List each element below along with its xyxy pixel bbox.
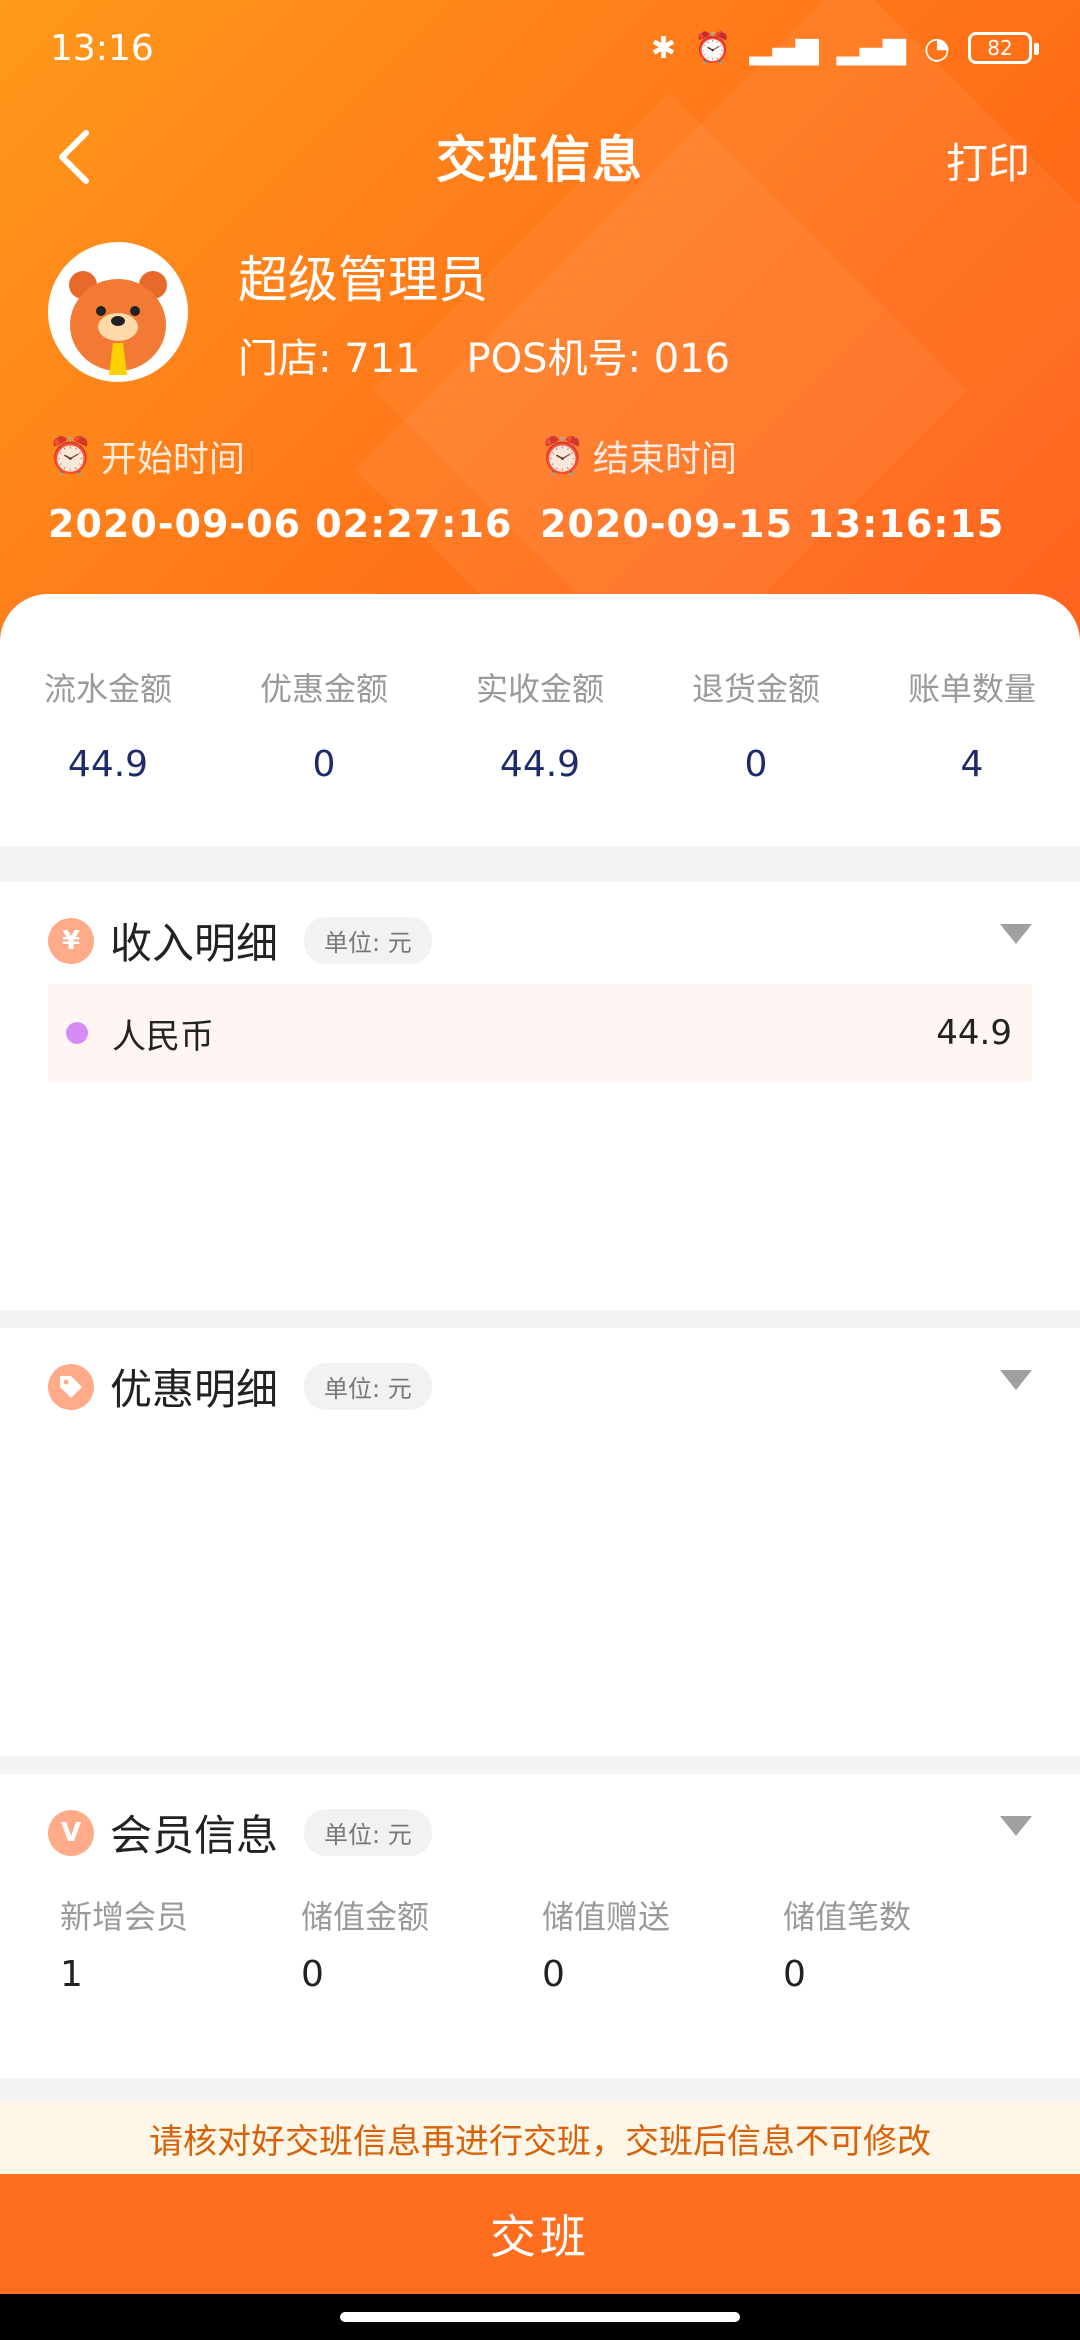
bluetooth-icon: ✱ [650, 30, 677, 66]
summary-item: 实收金额 44.9 [432, 664, 648, 846]
member-stat-label: 储值赠送 [542, 1898, 671, 1936]
summary-value: 0 [744, 744, 768, 785]
member-stat-value: 0 [542, 1954, 565, 1995]
avatar [48, 242, 188, 382]
alarm-clock-icon: ⏰ [48, 436, 93, 477]
member-stat: 新增会员 1 [60, 1892, 301, 1995]
nav-bar: 交班信息 打印 [0, 96, 1080, 216]
summary-label: 流水金额 [43, 670, 172, 708]
alarm-icon: ⏰ [694, 30, 732, 66]
member-section: V 会员信息 单位: 元 新增会员 1 储值金额 0 储值赠送 0 储值笔数 0 [0, 1774, 1080, 2078]
status-icons: ✱ ⏰ ▂▄▆ ▂▄▆ ◔ 82 [650, 30, 1039, 66]
summary-value: 44.9 [67, 744, 149, 785]
discount-title: 优惠明细 [110, 1365, 279, 1414]
end-time-value: 2020-09-15 13:16:15 [540, 502, 1005, 546]
summary-item: 流水金额 44.9 [0, 664, 216, 846]
member-stat: 储值笔数 0 [783, 1892, 1024, 1995]
caret-down-icon[interactable] [1000, 924, 1032, 944]
end-time-label: 结束时间 [592, 439, 737, 480]
battery-icon: 82 [968, 32, 1039, 64]
member-stat-label: 储值金额 [301, 1898, 430, 1936]
member-stats: 新增会员 1 储值金额 0 储值赠送 0 储值笔数 0 [60, 1892, 1040, 1995]
income-section: ¥ 收入明细 单位: 元 人民币 44.9 [0, 882, 1080, 1310]
alarm-clock-icon: ⏰ [540, 436, 585, 477]
store-number: 门店: 711 [238, 336, 421, 382]
start-time-label: 开始时间 [100, 439, 245, 480]
caret-down-icon[interactable] [1000, 1816, 1032, 1836]
print-button[interactable]: 打印 [946, 130, 1030, 191]
v-icon: V [48, 1809, 94, 1856]
home-indicator[interactable] [340, 2312, 740, 2322]
income-title: 收入明细 [110, 919, 279, 968]
summary-value: 0 [312, 744, 336, 785]
summary-label: 实收金额 [475, 670, 604, 708]
member-stat: 储值赠送 0 [542, 1892, 783, 1995]
unit-badge: 单位: 元 [304, 1363, 432, 1410]
income-row: 人民币 44.9 [48, 984, 1032, 1082]
legend-dot [66, 1022, 88, 1044]
system-nav-bar [0, 2294, 1080, 2340]
user-name: 超级管理员 [238, 251, 488, 309]
income-row-name: 人民币 [112, 1016, 214, 1057]
handover-button[interactable]: 交班 [0, 2174, 1080, 2294]
profile-meta: 门店: 711 POS机号: 016 [238, 326, 730, 384]
warning-notice: 请核对好交班信息再进行交班，交班后信息不可修改 [0, 2102, 1080, 2174]
member-title: 会员信息 [110, 1811, 279, 1860]
tag-icon [48, 1363, 94, 1410]
signal-icon: ▂▄▆ [749, 30, 819, 66]
end-time-label-row: ⏰ 结束时间 [540, 430, 1032, 482]
member-stat-label: 新增会员 [60, 1898, 189, 1936]
start-time: ⏰ 开始时间 2020-09-06 02:27:16 [48, 430, 540, 546]
wifi-icon: ◔ [923, 30, 950, 66]
profile-info: 超级管理员 门店: 711 POS机号: 016 [238, 240, 730, 384]
summary-item: 优惠金额 0 [216, 664, 432, 846]
summary-value: 4 [960, 744, 984, 785]
start-time-label-row: ⏰ 开始时间 [48, 430, 540, 482]
member-stat-label: 储值笔数 [783, 1898, 912, 1936]
signal-icon: ▂▄▆ [836, 30, 906, 66]
yen-icon: ¥ [48, 917, 94, 964]
summary-value: 44.9 [499, 744, 581, 785]
status-time: 13:16 [50, 27, 154, 69]
summary-item: 退货金额 0 [648, 664, 864, 846]
summary-item: 账单数量 4 [864, 664, 1080, 846]
unit-badge: 单位: 元 [304, 917, 432, 964]
unit-badge: 单位: 元 [304, 1809, 432, 1856]
chevron-left-icon [59, 130, 89, 184]
summary-label: 账单数量 [907, 670, 1036, 708]
income-header[interactable]: ¥ 收入明细 单位: 元 [48, 910, 432, 971]
member-stat-value: 1 [60, 1954, 83, 1995]
pos-number: POS机号: 016 [466, 336, 731, 382]
caret-down-icon[interactable] [1000, 1370, 1032, 1390]
page-title: 交班信息 [436, 131, 644, 189]
income-row-value: 44.9 [936, 1013, 1012, 1053]
summary-label: 退货金额 [691, 670, 820, 708]
bear-avatar-icon [54, 248, 182, 376]
start-time-value: 2020-09-06 02:27:16 [48, 502, 513, 546]
summary-label: 优惠金额 [259, 670, 388, 708]
discount-section: 优惠明细 单位: 元 [0, 1328, 1080, 1756]
summary-card: 流水金额 44.9 优惠金额 0 实收金额 44.9 退货金额 0 账单数量 4 [0, 594, 1080, 846]
tag-shape-icon [60, 1375, 82, 1398]
shift-times: ⏰ 开始时间 2020-09-06 02:27:16 ⏰ 结束时间 2020-0… [48, 430, 1048, 546]
profile: 超级管理员 门店: 711 POS机号: 016 [48, 240, 730, 384]
member-header[interactable]: V 会员信息 单位: 元 [48, 1802, 432, 1863]
member-stat-value: 0 [301, 1954, 324, 1995]
end-time: ⏰ 结束时间 2020-09-15 13:16:15 [540, 430, 1032, 546]
header: 13:16 ✱ ⏰ ▂▄▆ ▂▄▆ ◔ 82 交班信息 打印 超级管理员 门店:… [0, 0, 1080, 640]
member-stat-value: 0 [783, 1954, 806, 1995]
member-stat: 储值金额 0 [301, 1892, 542, 1995]
back-button[interactable] [44, 122, 104, 192]
status-bar: 13:16 ✱ ⏰ ▂▄▆ ▂▄▆ ◔ 82 [0, 0, 1080, 96]
discount-header[interactable]: 优惠明细 单位: 元 [48, 1356, 432, 1417]
